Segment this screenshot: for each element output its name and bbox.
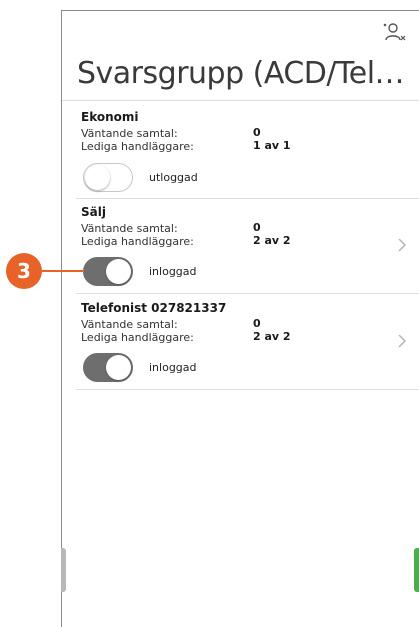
app-screen: Svarsgrupp (ACD/Telefonist) Ekonomi Vänt… [0, 0, 419, 627]
group-divider [76, 198, 419, 199]
group-divider [76, 293, 419, 294]
login-toggle[interactable] [83, 353, 133, 382]
user-switch-icon[interactable] [381, 21, 407, 43]
toggle-knob [85, 165, 110, 190]
page-title: Svarsgrupp (ACD/Telefonist) [77, 56, 407, 91]
available-agents-value: 2 av 2 [253, 234, 291, 247]
group-name: Telefonist 027821337 [81, 301, 227, 315]
chevron-right-icon[interactable] [397, 333, 407, 349]
available-agents-label: Lediga handläggare: [81, 331, 194, 344]
login-status: utloggad [149, 171, 198, 184]
side-drawer-handle[interactable] [61, 548, 66, 592]
chevron-right-icon[interactable] [397, 237, 407, 253]
waiting-calls-value: 0 [253, 126, 261, 139]
callout-badge: 3 [6, 253, 42, 289]
callout-pointer-line [42, 270, 84, 272]
login-status: inloggad [149, 361, 197, 374]
title-divider [62, 100, 419, 101]
waiting-calls-value: 0 [253, 221, 261, 234]
group-name: Ekonomi [81, 110, 139, 124]
login-toggle[interactable] [83, 257, 133, 286]
side-panel-handle[interactable] [414, 548, 419, 592]
available-agents-value: 2 av 2 [253, 330, 291, 343]
toggle-knob [106, 259, 131, 284]
waiting-calls-value: 0 [253, 317, 261, 330]
group-divider [76, 389, 419, 390]
login-status: inloggad [149, 265, 197, 278]
waiting-calls-label: Väntande samtal: [81, 222, 178, 235]
waiting-calls-label: Väntande samtal: [81, 127, 178, 140]
frame-left-border [61, 10, 62, 627]
available-agents-value: 1 av 1 [253, 139, 291, 152]
toggle-knob [106, 355, 131, 380]
available-agents-label: Lediga handläggare: [81, 235, 194, 248]
group-name: Sälj [81, 205, 106, 219]
login-toggle[interactable] [83, 163, 133, 192]
frame-top-border [61, 10, 419, 11]
waiting-calls-label: Väntande samtal: [81, 318, 178, 331]
available-agents-label: Lediga handläggare: [81, 140, 194, 153]
